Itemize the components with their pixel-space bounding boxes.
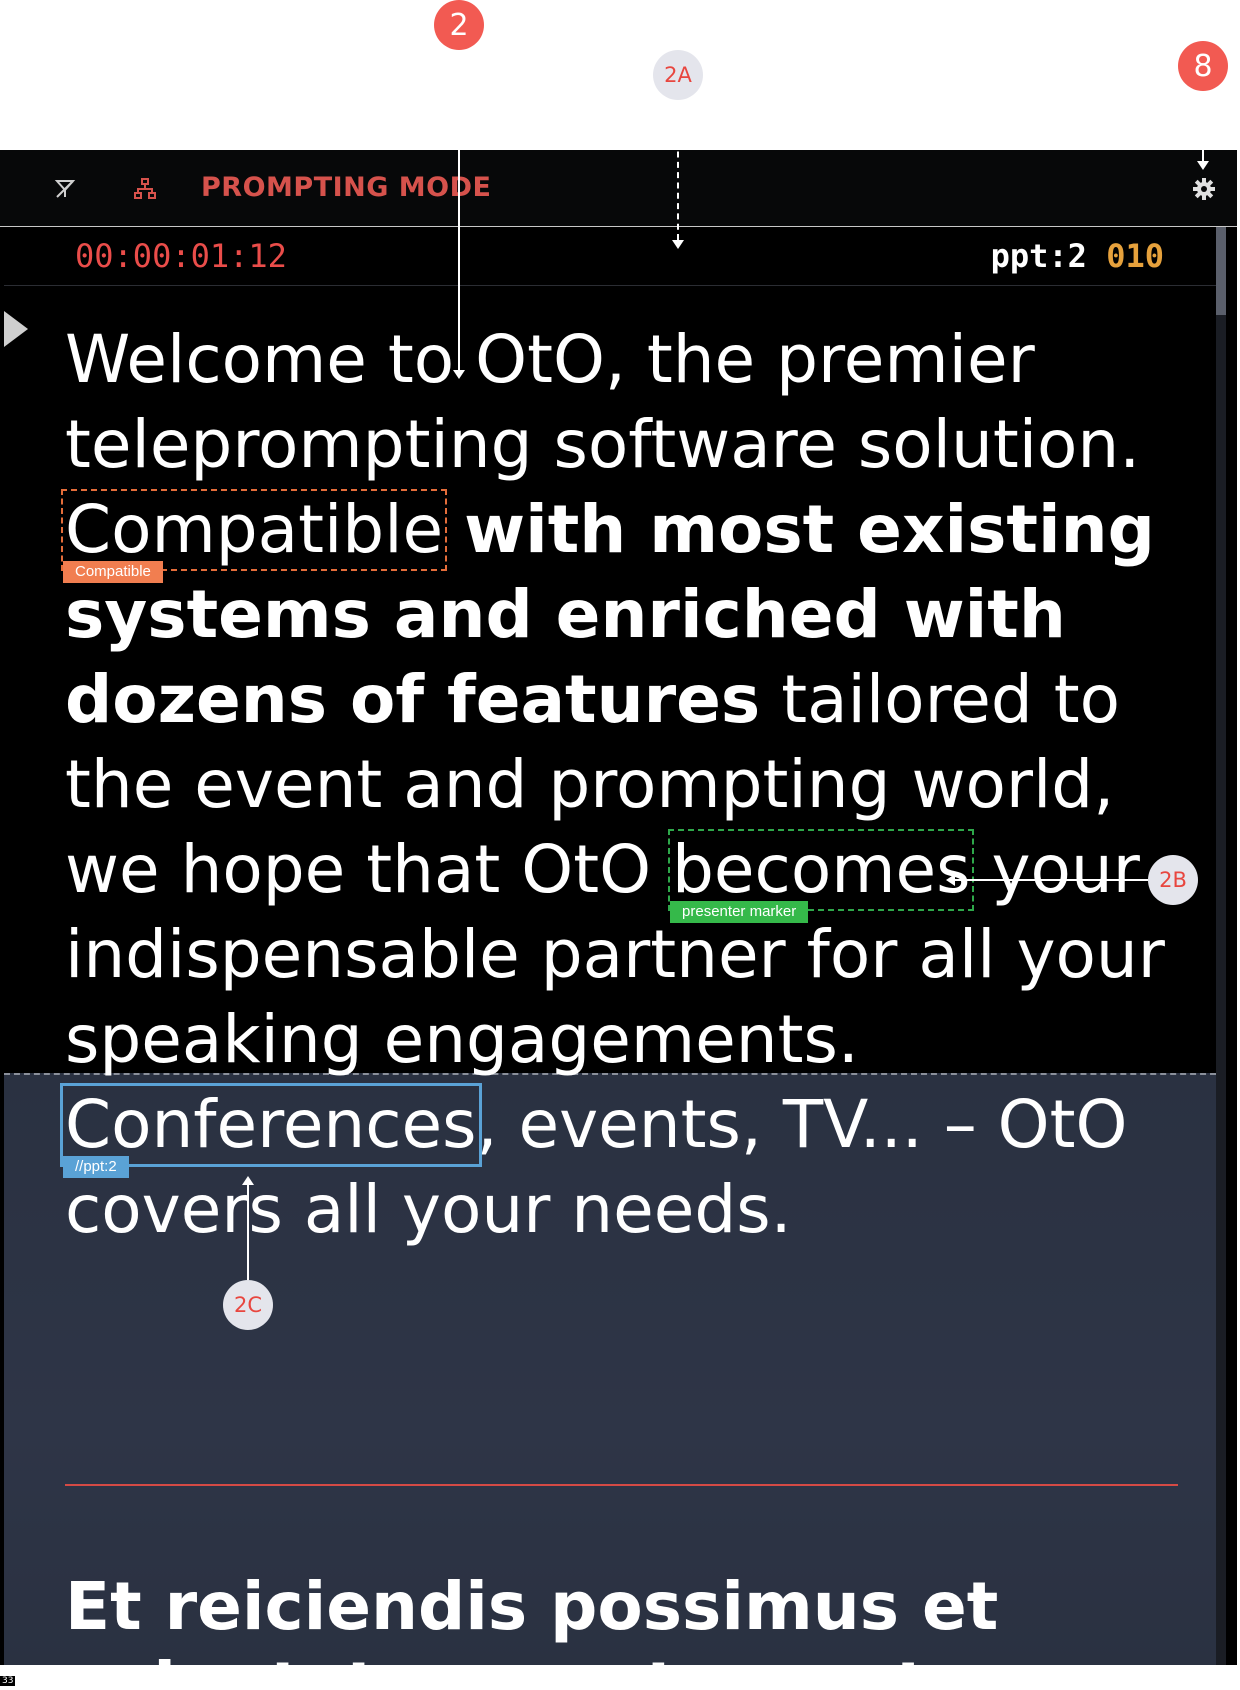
status-bar: 00:00:01:12 ppt:2 010 [4, 227, 1226, 286]
compatible-marker[interactable]: Compatible Compatible [60, 489, 448, 583]
section-divider [65, 1484, 1178, 1486]
callout-8: 8 [1178, 41, 1228, 91]
teleprompter-app: PROMPTING MODE 00:00:01:12 ppt:2 010 Wel… [0, 150, 1237, 1665]
ppt-cue-marker[interactable]: Conferences//ppt:2 [60, 1083, 482, 1178]
callout-2-arrowhead [453, 370, 465, 379]
presenter-tag: presenter marker [670, 901, 809, 923]
ppt-cue-tag: //ppt:2 [63, 1156, 129, 1178]
mode-label: PROMPTING MODE [201, 172, 492, 203]
scrollbar-thumb[interactable] [1216, 227, 1226, 315]
callout-2a: 2A [653, 50, 703, 100]
ppt-cue-word: Conferences [65, 1086, 477, 1163]
callout-8-line [1202, 91, 1204, 161]
callout-2c-arrowhead [242, 1176, 254, 1185]
callout-2b-arrowhead [946, 874, 955, 886]
callout-2b: 2B [1148, 855, 1198, 905]
ppt-label: ppt:2 [990, 237, 1087, 275]
callout-8-arrowhead [1197, 161, 1209, 170]
presenter-word: becomes [672, 831, 971, 908]
sitemap-icon[interactable] [132, 176, 158, 202]
scrollbar[interactable] [1216, 227, 1226, 1665]
callout-2c: 2C [223, 1280, 273, 1330]
eraser-icon[interactable] [52, 176, 78, 202]
compatible-word: Compatible [65, 491, 444, 568]
reading-position-marker[interactable] [4, 311, 28, 347]
callout-2b-line [952, 879, 1148, 881]
ppt-readout: ppt:2 010 [991, 237, 1164, 275]
callout-2a-arrowhead [672, 240, 684, 249]
presenter-marker[interactable]: becomes presenter marker [668, 829, 975, 923]
version-label: 33 [0, 1676, 16, 1686]
callout-2c-line [247, 1185, 249, 1280]
ppt-counter: 010 [1106, 237, 1164, 275]
script-text: Welcome to OtO, the premier telepromptin… [60, 317, 1205, 1252]
elapsed-timer: 00:00:01:12 [75, 237, 287, 275]
callout-2: 2 [434, 0, 484, 50]
next-section-heading: Et reiciendis possimus et voluptatem nos… [65, 1568, 999, 1665]
callout-2-line [458, 50, 460, 375]
compatible-tag: Compatible [63, 561, 163, 583]
gear-icon[interactable] [1191, 176, 1217, 202]
script-segment-1: Welcome to OtO, the premier telepromptin… [65, 321, 1141, 483]
toolbar: PROMPTING MODE [0, 150, 1237, 227]
prompter-stage[interactable]: 00:00:01:12 ppt:2 010 Welcome to OtO, th… [4, 227, 1226, 1665]
script-segment-3: we hope that OtO [65, 831, 652, 908]
callout-2a-line [677, 100, 679, 240]
